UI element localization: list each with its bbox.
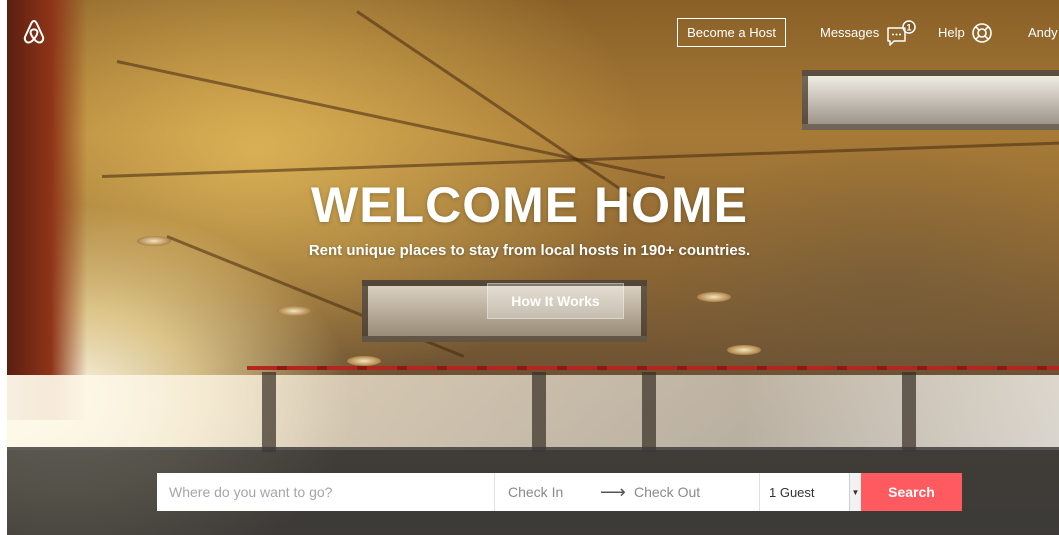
how-it-works-label: How It Works (511, 293, 600, 309)
window-frame (902, 372, 916, 452)
search-button[interactable]: Search (861, 473, 962, 511)
help-link[interactable]: Help (938, 18, 993, 47)
window-frame (532, 372, 546, 452)
user-name: Andy (1028, 25, 1058, 40)
ceiling-light (697, 292, 731, 302)
ceiling-light (277, 306, 311, 316)
ceiling-light (727, 345, 761, 355)
hero-subtitle: Rent unique places to stay from local ho… (308, 242, 751, 259)
how-it-works-button[interactable]: How It Works (487, 283, 624, 319)
window-frame (262, 372, 276, 452)
check-out-field[interactable]: Check Out (634, 484, 700, 500)
destination-input[interactable] (157, 473, 494, 511)
ceiling-hatch (802, 70, 1059, 130)
lifebuoy-icon (971, 22, 992, 43)
search-bar: Check In ⟶ Check Out 1 Guest ▼ Search (157, 473, 962, 511)
chevron-down-icon: ▼ (849, 473, 861, 511)
date-range: Check In ⟶ Check Out (494, 473, 759, 511)
window-frame (642, 372, 656, 452)
hero-title: WELCOME HOME (311, 177, 748, 233)
window-trim (247, 366, 1059, 370)
ceiling-light (347, 356, 381, 366)
messages-label: Messages (820, 25, 880, 40)
user-menu[interactable]: Andy (1028, 18, 1058, 47)
check-in-field[interactable]: Check In (508, 484, 600, 500)
messages-badge-count: 1 (907, 22, 912, 32)
message-bubble-icon: 1 (887, 19, 916, 46)
guests-select[interactable]: 1 Guest ▼ (759, 473, 861, 511)
top-navigation: Become a Host Messages 1 Help Andy (0, 0, 1059, 60)
airbnb-logo-icon[interactable] (22, 18, 46, 46)
become-host-button[interactable]: Become a Host (677, 18, 786, 47)
become-host-label: Become a Host (687, 25, 776, 40)
arrow-right-icon: ⟶ (600, 481, 626, 502)
guests-value: 1 Guest (769, 484, 815, 500)
help-label: Help (938, 25, 965, 40)
messages-link[interactable]: Messages 1 (820, 18, 917, 47)
